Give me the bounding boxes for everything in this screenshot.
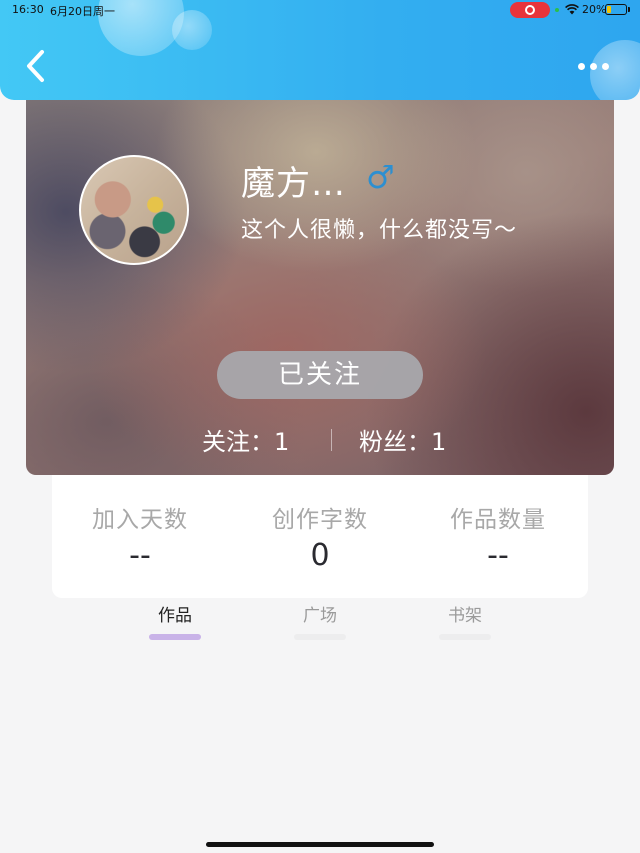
stat-value: -- <box>129 538 151 573</box>
avatar[interactable] <box>79 155 189 265</box>
username: 魔方… <box>241 164 346 204</box>
status-date: 6月20日周一 <box>50 5 115 18</box>
stat-value: 0 <box>310 538 330 573</box>
back-button[interactable] <box>22 48 52 84</box>
tab-bookshelf[interactable]: 书架 <box>425 601 505 640</box>
tab-indicator <box>294 634 346 640</box>
home-indicator[interactable] <box>206 842 434 847</box>
tab-works[interactable]: 作品 <box>135 601 215 640</box>
battery-icon <box>605 4 627 15</box>
screen-recording-indicator[interactable] <box>510 2 550 18</box>
fans-count[interactable]: 粉丝：1 <box>359 422 446 457</box>
more-dots-icon <box>602 63 609 70</box>
stat-label: 作品数量 <box>450 507 546 533</box>
more-button[interactable] <box>574 56 614 76</box>
male-gender-icon: ♂ <box>366 158 395 196</box>
mic-active-dot <box>555 8 559 12</box>
divider <box>331 429 332 451</box>
stat-join-days: 加入天数 -- <box>65 500 215 573</box>
stat-label: 创作字数 <box>272 507 368 533</box>
wifi-icon <box>565 4 579 15</box>
battery-cap <box>628 7 630 12</box>
tab-indicator <box>439 634 491 640</box>
follow-button[interactable]: 已关注 <box>217 351 423 399</box>
tab-indicator <box>149 634 201 640</box>
tab-square[interactable]: 广场 <box>280 601 360 640</box>
status-time: 16:30 <box>12 3 44 16</box>
battery-level <box>607 6 611 13</box>
profile-page: 16:30 6月20日周一 20% 魔方… ♂ 这个人很懒，什么都没写～ 已关注 <box>0 0 640 853</box>
profile-card: 魔方… ♂ 这个人很懒，什么都没写～ 已关注 关注：1 粉丝：1 <box>26 92 614 475</box>
more-dots-icon <box>578 63 585 70</box>
tab-label: 广场 <box>303 606 337 626</box>
record-icon <box>525 5 535 15</box>
stat-label: 加入天数 <box>92 507 188 533</box>
chevron-left-icon <box>27 50 44 82</box>
stat-works-count: 作品数量 -- <box>423 500 573 573</box>
stat-word-count: 创作字数 0 <box>245 500 395 573</box>
stat-value: -- <box>487 538 509 573</box>
user-bio: 这个人很懒，什么都没写～ <box>241 218 518 243</box>
tab-label: 作品 <box>158 606 192 626</box>
stats-card: 加入天数 -- 创作字数 0 作品数量 -- <box>52 460 588 598</box>
status-bar: 16:30 6月20日周一 20% <box>0 0 640 22</box>
tab-label: 书架 <box>448 606 482 626</box>
following-count[interactable]: 关注：1 <box>202 422 289 457</box>
more-dots-icon <box>590 63 597 70</box>
battery-percentage: 20% <box>582 3 607 16</box>
